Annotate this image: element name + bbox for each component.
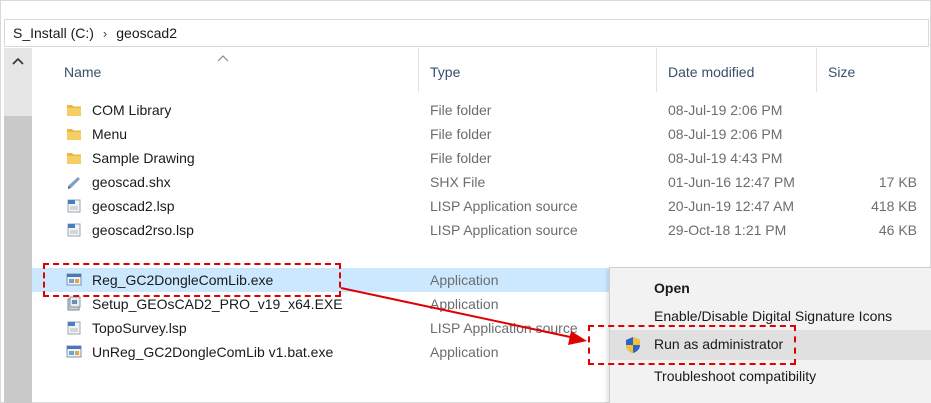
file-row[interactable]: geoscad2.lsp LISP Application source 20-… — [32, 194, 929, 218]
file-type: File folder — [430, 126, 492, 142]
file-row[interactable]: geoscad.shx SHX File 01-Jun-16 12:47 PM … — [32, 170, 929, 194]
explorer-window: S_Install (C:) › geoscad2 Name Type Date… — [0, 0, 931, 403]
folder-icon — [67, 153, 81, 164]
breadcrumb-separator: › — [102, 25, 108, 41]
folder-icon — [67, 105, 81, 116]
file-type: Application — [430, 344, 499, 360]
menu-item-label: Enable/Disable Digital Signature Icons — [654, 308, 893, 324]
file-type: SHX File — [430, 174, 486, 190]
file-name: Sample Drawing — [92, 150, 195, 166]
file-name: geoscad2.lsp — [92, 198, 175, 214]
lsp-file-icon — [67, 223, 81, 237]
column-divider[interactable] — [656, 48, 657, 92]
column-divider[interactable] — [816, 48, 817, 92]
scrollbar-thumb[interactable] — [4, 116, 32, 403]
file-row[interactable]: geoscad2rso.lsp LISP Application source … — [32, 218, 929, 242]
file-type: Application — [430, 272, 499, 288]
chevron-up-icon[interactable] — [10, 55, 26, 67]
file-name: Menu — [92, 126, 128, 142]
annotation-highlight-file — [43, 263, 341, 297]
file-date: 29-Oct-18 1:21 PM — [668, 222, 787, 238]
file-row[interactable]: Menu File folder 08-Jul-19 2:06 PM — [32, 122, 929, 146]
menu-item-troubleshoot-compatibility[interactable]: Troubleshoot compatibility — [610, 362, 931, 392]
menu-item-label: Troubleshoot compatibility — [654, 368, 817, 384]
file-name: geoscad2rso.lsp — [92, 222, 194, 238]
file-row[interactable]: COM Library File folder 08-Jul-19 2:06 P… — [32, 98, 929, 122]
file-date: 08-Jul-19 2:06 PM — [668, 102, 783, 118]
file-name: COM Library — [92, 102, 172, 118]
file-date: 08-Jul-19 4:43 PM — [668, 150, 783, 166]
file-row[interactable]: Sample Drawing File folder 08-Jul-19 4:4… — [32, 146, 929, 170]
file-size: 418 KB — [871, 198, 917, 214]
file-type: LISP Application source — [430, 198, 578, 214]
column-name[interactable]: Name — [64, 64, 101, 80]
file-name: geoscad.shx — [92, 174, 171, 190]
scrollbar-left[interactable] — [4, 48, 32, 403]
file-size: 46 KB — [878, 222, 917, 238]
file-type: File folder — [430, 102, 492, 118]
file-date: 08-Jul-19 2:06 PM — [668, 126, 783, 142]
file-type: LISP Application source — [430, 222, 578, 238]
annotation-highlight-menu-item — [588, 325, 796, 365]
file-size: 17 KB — [878, 174, 917, 190]
setup-exe-icon — [67, 296, 81, 311]
file-type: File folder — [430, 150, 492, 166]
file-date: 01-Jun-16 12:47 PM — [668, 174, 795, 190]
lsp-file-icon — [67, 321, 81, 335]
file-type: LISP Application source — [430, 320, 578, 336]
folder-icon — [67, 129, 81, 140]
column-size[interactable]: Size — [828, 64, 855, 80]
file-name: UnReg_GC2DongleComLib v1.bat.exe — [92, 344, 334, 360]
menu-item-label: Open — [654, 280, 690, 296]
column-divider[interactable] — [418, 48, 419, 92]
file-type: Application — [430, 296, 499, 312]
shx-file-icon — [68, 177, 80, 189]
lsp-file-icon — [67, 199, 81, 213]
column-date-modified[interactable]: Date modified — [668, 64, 754, 80]
breadcrumb-drive[interactable]: S_Install (C:) — [13, 25, 94, 41]
sort-ascending-icon — [217, 55, 229, 62]
column-type[interactable]: Type — [430, 64, 460, 80]
address-bar[interactable]: S_Install (C:) › geoscad2 — [4, 19, 929, 47]
column-header: Name Type Date modified Size — [32, 48, 929, 92]
breadcrumb-folder[interactable]: geoscad2 — [116, 25, 177, 41]
menu-item-open[interactable]: Open — [610, 274, 931, 304]
file-date: 20-Jun-19 12:47 AM — [668, 198, 795, 214]
file-name: Setup_GEOsCAD2_PRO_v19_x64.EXE — [92, 296, 343, 312]
exe-app-icon — [66, 345, 82, 358]
file-name: TopoSurvey.lsp — [92, 320, 187, 336]
